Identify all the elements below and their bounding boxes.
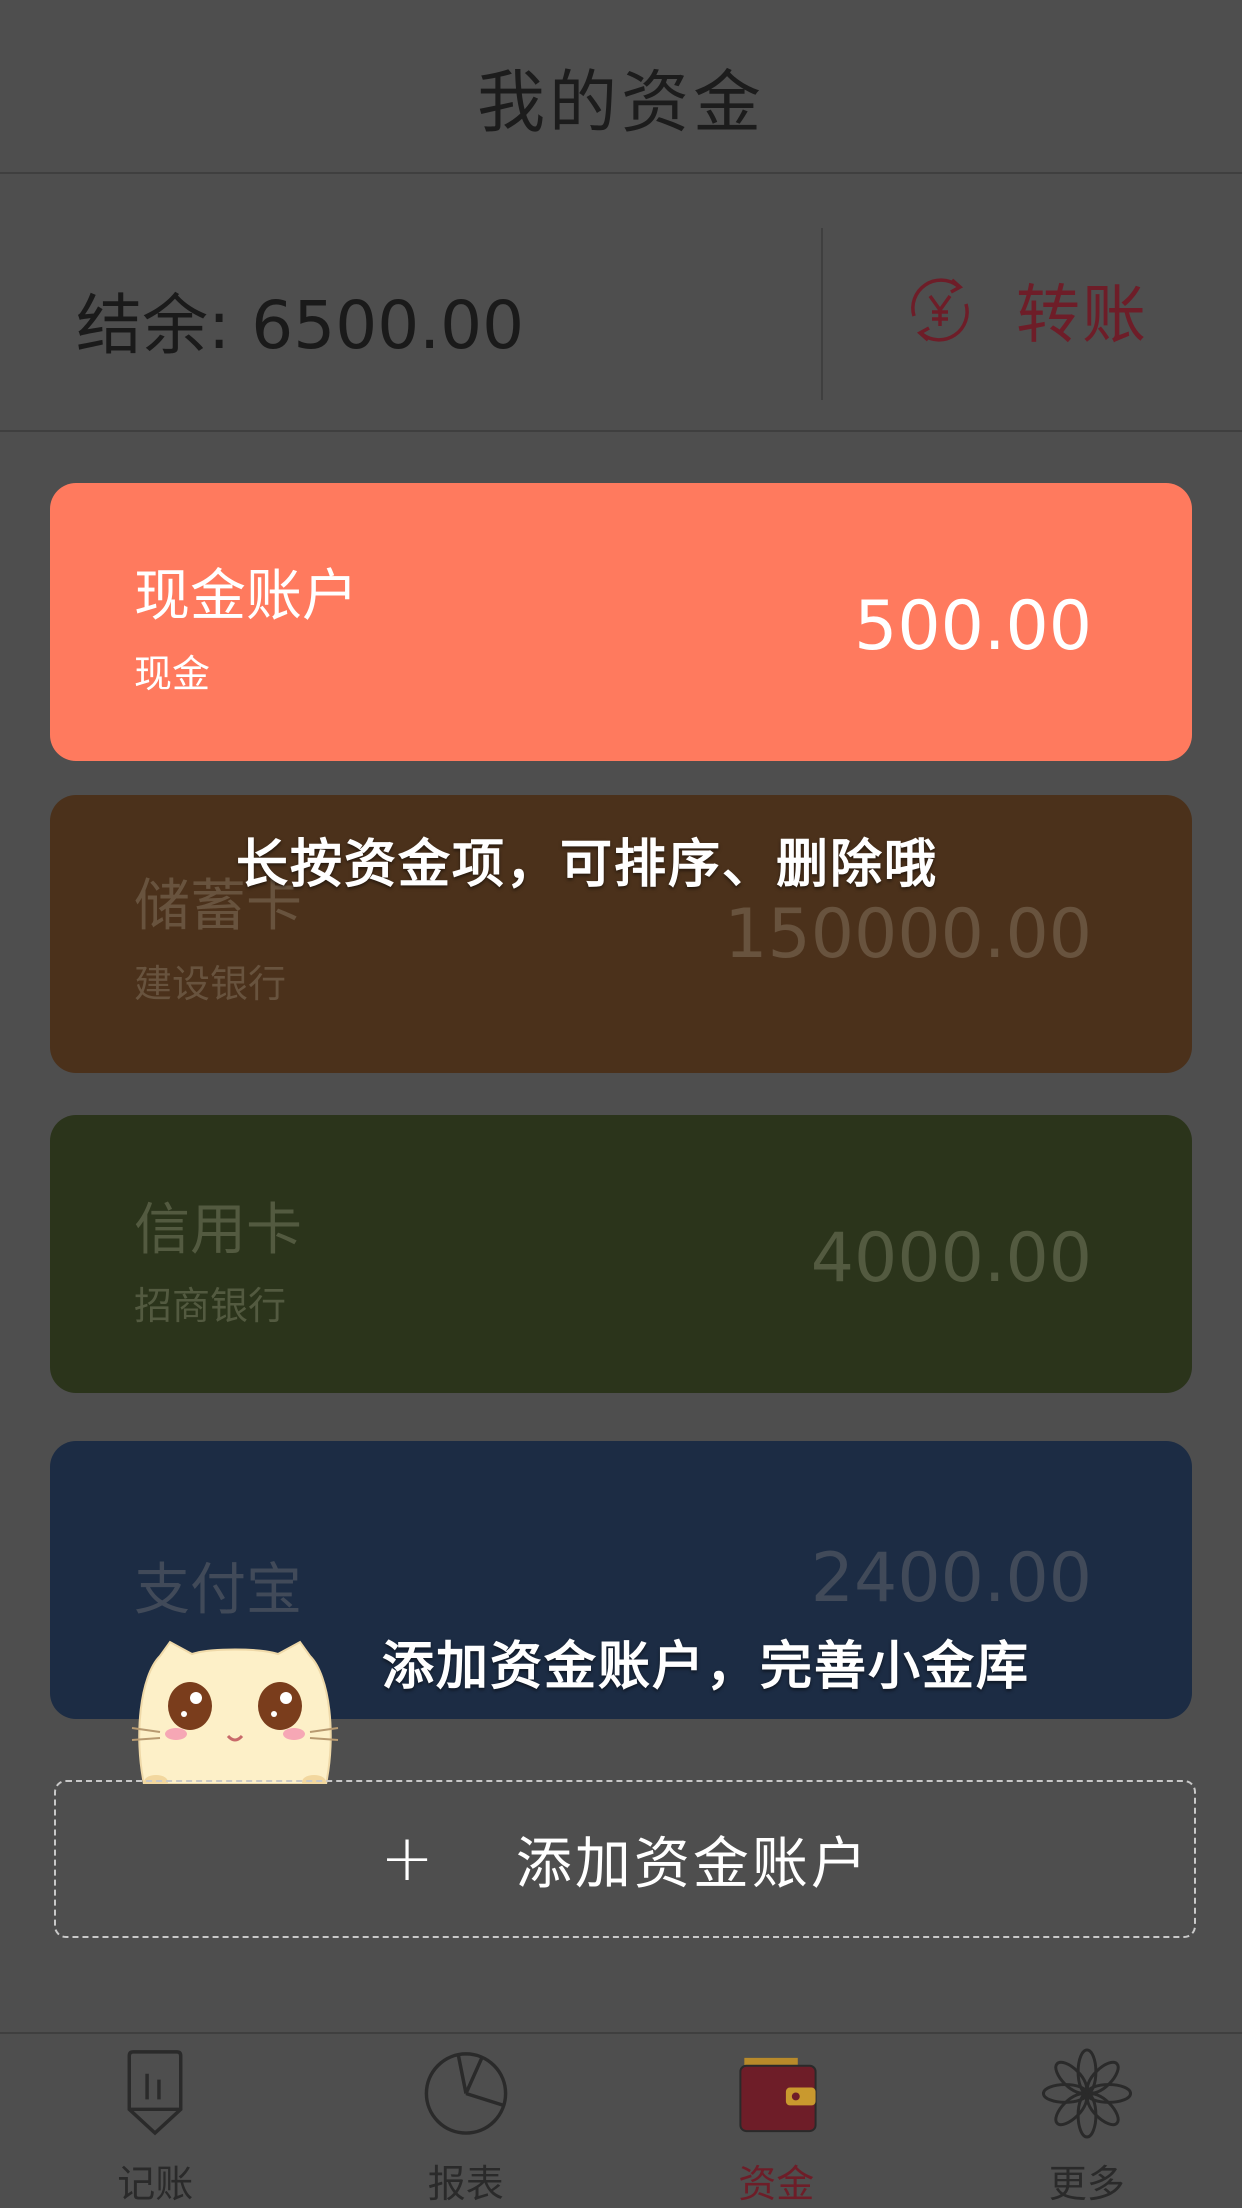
tab-more[interactable]: 更多 [932, 2034, 1242, 2208]
tab-funds[interactable]: 资金 [621, 2034, 932, 2208]
tab-label: 更多 [1048, 2162, 1125, 2206]
yuan-transfer-icon [911, 278, 969, 342]
nav-header: 我的资金 [0, 0, 1242, 174]
page-title: 我的资金 [476, 63, 765, 143]
transfer-button[interactable]: 转账 [900, 264, 1148, 356]
tab-bookkeeping[interactable]: 记账 [0, 2034, 311, 2208]
account-type: 现金 [134, 652, 211, 696]
sort-tip: 长按资金项，可排序、删除哦 [236, 835, 939, 895]
tab-reports[interactable]: 报表 [311, 2034, 622, 2208]
account-name: 支付宝 [134, 1558, 302, 1623]
account-bank: 建设银行 [134, 962, 287, 1006]
account-amount: 500.00 [854, 587, 1092, 666]
balance-summary: 结余: 6500.00 转账 [0, 176, 1242, 432]
add-account-tip: 添加资金账户，完善小金库 [382, 1637, 1031, 1697]
account-name: 信用卡 [134, 1198, 302, 1263]
account-bank: 招商银行 [134, 1284, 287, 1328]
divider [821, 228, 823, 400]
tab-label: 报表 [427, 2162, 504, 2206]
account-amount: 4000.00 [810, 1219, 1092, 1298]
pie-chart-icon [424, 2052, 508, 2135]
cat-mascot-icon [131, 1640, 339, 1784]
tab-bar: 记账 报表 资金 更多 [0, 2032, 1242, 2208]
tab-label: 记账 [117, 2162, 194, 2206]
transfer-label: 转账 [1016, 279, 1148, 353]
plus-icon: + [380, 1822, 434, 1896]
add-account-button[interactable]: + 添加资金账户 [54, 1780, 1196, 1938]
wallet-icon [739, 2057, 817, 2133]
add-account-label: 添加资金账户 [515, 1831, 870, 1897]
account-card-credit[interactable]: 信用卡 招商银行 4000.00 [50, 1115, 1192, 1393]
account-amount: 150000.00 [724, 895, 1092, 974]
account-card-cash[interactable]: 现金账户 现金 500.00 [50, 483, 1192, 761]
flower-icon [1041, 2048, 1132, 2139]
pencil-icon [127, 2050, 183, 2136]
account-amount: 2400.00 [810, 1539, 1092, 1618]
account-name: 现金账户 [134, 564, 358, 629]
tab-label: 资金 [738, 2162, 815, 2206]
balance-text: 结余: 6500.00 [76, 287, 525, 364]
